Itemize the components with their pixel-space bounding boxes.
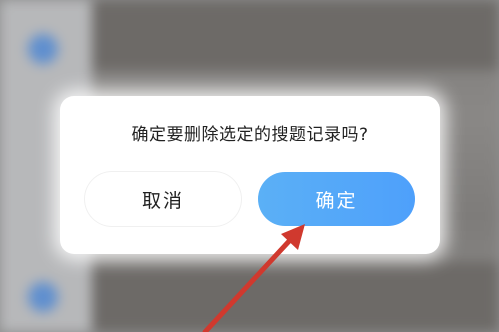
cancel-button[interactable]: 取消 (85, 172, 241, 226)
background-list-item (92, 0, 499, 70)
background-avatar (28, 34, 58, 64)
background-list-item (92, 262, 499, 332)
dialog-message: 确定要删除选定的搜题记录吗? (131, 125, 369, 145)
confirm-button[interactable]: 确定 (258, 172, 415, 226)
background-avatar (28, 282, 58, 312)
